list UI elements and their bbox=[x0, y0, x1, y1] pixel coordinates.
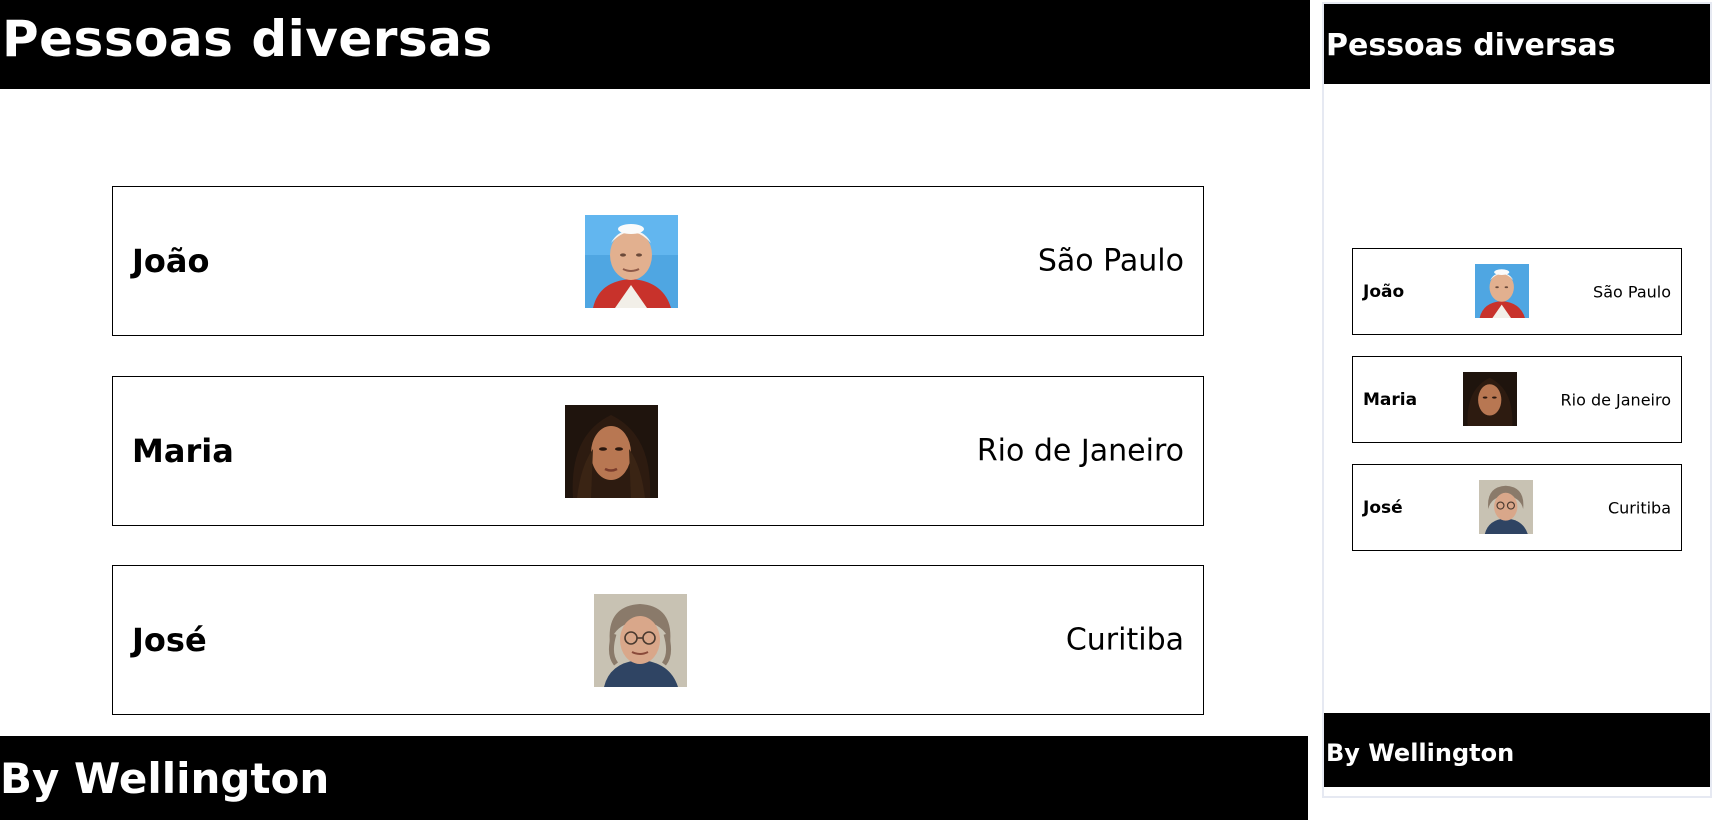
person-city: Rio de Janeiro bbox=[976, 433, 1184, 469]
person-photo bbox=[1463, 372, 1517, 426]
person-card-maria: Maria Rio de Janeiro bbox=[112, 376, 1204, 526]
person-name: Maria bbox=[132, 432, 234, 470]
person-city: Curitiba bbox=[1065, 622, 1184, 658]
person-photo bbox=[585, 215, 678, 308]
page-footer-mobile: By Wellington bbox=[1324, 713, 1710, 787]
page-title: Pessoas diversas bbox=[2, 10, 493, 68]
page-title-mobile: Pessoas diversas bbox=[1326, 28, 1616, 63]
person-city: Rio de Janeiro bbox=[1560, 390, 1672, 409]
person-card-jose: José Curitiba bbox=[112, 565, 1204, 715]
page-header-mobile: Pessoas diversas bbox=[1324, 4, 1710, 84]
person-photo bbox=[594, 594, 687, 687]
person-photo bbox=[1475, 264, 1529, 318]
person-photo bbox=[565, 405, 658, 498]
mobile-view: Pessoas diversas João São Paulo Maria Ri… bbox=[1322, 2, 1712, 798]
footer-credit: By Wellington bbox=[0, 754, 330, 803]
footer-credit-mobile: By Wellington bbox=[1326, 739, 1515, 767]
person-card-maria-mobile: Maria Rio de Janeiro bbox=[1352, 356, 1682, 443]
person-name: João bbox=[1363, 281, 1405, 302]
person-card-jose-mobile: José Curitiba bbox=[1352, 464, 1682, 551]
person-card-joao-mobile: João São Paulo bbox=[1352, 248, 1682, 335]
person-name: José bbox=[1363, 497, 1403, 518]
person-city: São Paulo bbox=[1593, 282, 1671, 301]
person-city: São Paulo bbox=[1037, 243, 1184, 279]
person-card-joao: João São Paulo bbox=[112, 186, 1204, 336]
person-city: Curitiba bbox=[1607, 498, 1671, 517]
page-header: Pessoas diversas bbox=[0, 0, 1310, 89]
page-footer: By Wellington bbox=[0, 736, 1308, 820]
person-name: Maria bbox=[1363, 389, 1418, 410]
desktop-view: Pessoas diversas João São Paulo Maria Ri… bbox=[0, 0, 1310, 820]
person-photo bbox=[1479, 480, 1533, 534]
person-name: José bbox=[132, 621, 207, 659]
person-name: João bbox=[132, 242, 210, 280]
